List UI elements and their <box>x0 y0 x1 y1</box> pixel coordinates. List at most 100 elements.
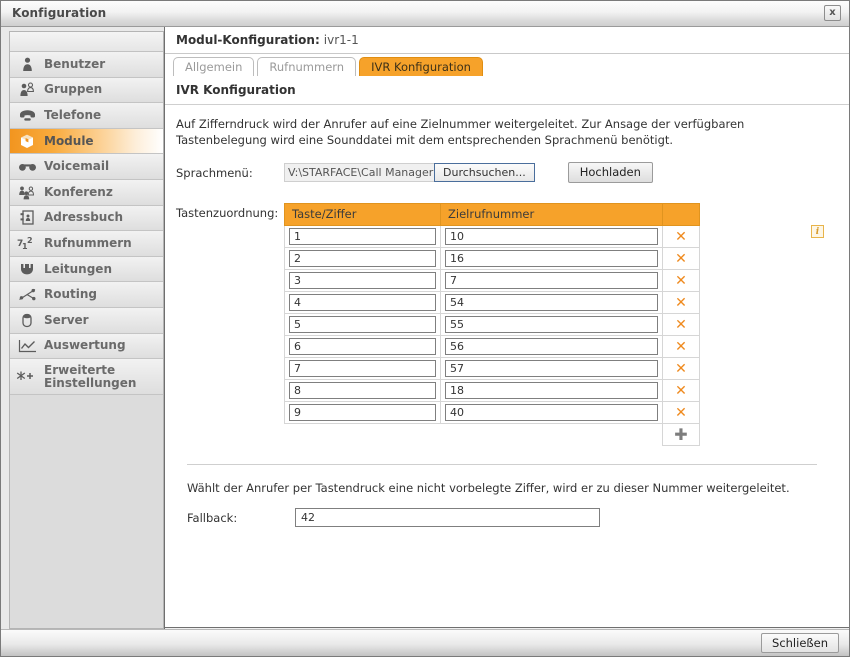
sidebar-item-label: Server <box>44 312 89 327</box>
page-title: IVR Konfiguration <box>165 76 849 105</box>
cell-zielrufnummer <box>440 269 663 292</box>
window-title: Konfiguration <box>12 6 107 20</box>
close-icon[interactable]: x <box>824 5 841 21</box>
taste-input[interactable] <box>289 360 436 377</box>
sidebar-item-routing[interactable]: Routing <box>10 282 163 308</box>
cell-actions: ✕ <box>662 379 700 402</box>
cell-taste <box>284 291 441 314</box>
sidebar-item-erweiterte-einstellungen[interactable]: Erweiterte Einstellungen <box>10 359 163 396</box>
sidebar-item-rufnummern[interactable]: 712 Rufnummern <box>10 231 163 257</box>
zielrufnummer-input[interactable] <box>445 338 658 355</box>
delete-row-icon[interactable]: ✕ <box>663 382 699 400</box>
taste-input[interactable] <box>289 294 436 311</box>
sprachmenu-row: Sprachmenü: V:\STARFACE\Call Manager Dur… <box>176 162 835 183</box>
delete-row-icon[interactable]: ✕ <box>663 250 699 268</box>
tab-ivr-konfiguration[interactable]: IVR Konfiguration <box>359 57 483 76</box>
browse-button[interactable]: Durchsuchen... <box>434 163 535 182</box>
cell-actions: ✕ <box>662 269 700 292</box>
taste-input[interactable] <box>289 382 436 399</box>
zielrufnummer-input[interactable] <box>445 316 658 333</box>
sidebar-item-server[interactable]: Server <box>10 307 163 334</box>
delete-row-icon[interactable]: ✕ <box>663 228 699 246</box>
table-row: ✕ <box>284 269 700 292</box>
sidebar-item-label: Erweiterte Einstellungen <box>44 362 137 390</box>
cell-actions: ✕ <box>662 291 700 314</box>
cell-actions: ✕ <box>662 225 700 248</box>
sidebar-header-spacer <box>10 32 163 52</box>
info-icon[interactable]: i <box>811 225 824 238</box>
sidebar-item-benutzer[interactable]: Benutzer <box>10 52 163 78</box>
cell-taste <box>284 401 441 424</box>
zielrufnummer-input[interactable] <box>445 382 658 399</box>
add-row-icon[interactable]: ✚ <box>663 425 699 445</box>
sidebar-item-label: Routing <box>44 287 98 302</box>
upload-button[interactable]: Hochladen <box>567 162 653 183</box>
sidebar-item-module[interactable]: Module <box>10 128 163 155</box>
sidebar-item-label: Voicemail <box>44 159 110 174</box>
sidebar-item-adressbuch[interactable]: Adressbuch <box>10 205 163 232</box>
table-header-row: Taste/Ziffer Zielrufnummer <box>284 203 700 226</box>
zielrufnummer-input[interactable] <box>445 360 658 377</box>
cell-empty <box>285 424 441 446</box>
zielrufnummer-input[interactable] <box>445 294 658 311</box>
tab-rufnummern[interactable]: Rufnummern <box>257 57 357 76</box>
zielrufnummer-input[interactable] <box>445 272 658 289</box>
zielrufnummer-input[interactable] <box>445 404 658 421</box>
fallback-input[interactable] <box>295 508 600 527</box>
tastenzuordnung-label: Tastenzuordnung: <box>176 206 279 220</box>
sidebar-item-label: Auswertung <box>44 338 126 353</box>
sidebar-item-telefone[interactable]: Telefone <box>10 103 163 129</box>
cell-taste <box>284 269 441 292</box>
delete-row-icon[interactable]: ✕ <box>663 404 699 422</box>
zielrufnummer-input[interactable] <box>445 250 658 267</box>
sidebar-item-label: Gruppen <box>44 82 103 97</box>
cell-zielrufnummer <box>440 335 663 358</box>
tab-bar: Allgemein Rufnummern IVR Konfiguration <box>165 54 849 76</box>
cell-zielrufnummer <box>440 247 663 270</box>
cell-zielrufnummer <box>440 291 663 314</box>
cell-taste <box>284 225 441 248</box>
sidebar-item-auswertung[interactable]: Auswertung <box>10 333 163 360</box>
window-titlebar: Konfiguration x <box>1 1 849 27</box>
tab-allgemein[interactable]: Allgemein <box>173 57 255 76</box>
main-panel: Modul-Konfiguration: ivr1-1 Allgemein Ru… <box>164 27 849 628</box>
fallback-description: Wählt der Anrufer per Tastendruck eine n… <box>187 481 790 495</box>
sidebar-item-voicemail[interactable]: Voicemail <box>10 154 163 180</box>
delete-row-icon[interactable]: ✕ <box>663 316 699 334</box>
conference-icon <box>10 185 44 200</box>
window-footer: Schließen <box>1 629 849 656</box>
taste-input[interactable] <box>289 272 436 289</box>
delete-row-icon[interactable]: ✕ <box>663 294 699 312</box>
sidebar-item-label: Module <box>44 133 94 148</box>
sidebar-item-label: Konferenz <box>44 184 113 199</box>
module-config-label: Modul-Konfiguration: <box>176 33 320 47</box>
divider <box>187 464 817 465</box>
cell-taste <box>284 313 441 336</box>
server-icon <box>10 313 44 328</box>
module-config-value: ivr1-1 <box>323 33 359 47</box>
taste-input[interactable] <box>289 316 436 333</box>
advanced-settings-icon <box>10 370 44 384</box>
cell-taste <box>284 335 441 358</box>
taste-input[interactable] <box>289 338 436 355</box>
sidebar-item-gruppen[interactable]: Gruppen <box>10 77 163 104</box>
taste-input[interactable] <box>289 404 436 421</box>
keymap-table-body: ✕ ✕ ✕ ✕ ✕ ✕ ✕ ✕ ✕ ✚ <box>284 225 700 446</box>
close-button[interactable]: Schließen <box>761 633 839 653</box>
configuration-window: Konfiguration x Benutzer Gruppen Telefon… <box>0 0 850 657</box>
taste-input[interactable] <box>289 228 436 245</box>
zielrufnummer-input[interactable] <box>445 228 658 245</box>
delete-row-icon[interactable]: ✕ <box>663 272 699 290</box>
cell-actions: ✕ <box>662 401 700 424</box>
sidebar-item-leitungen[interactable]: Leitungen <box>10 256 163 283</box>
fallback-label: Fallback: <box>187 510 238 525</box>
table-row: ✕ <box>284 247 700 270</box>
taste-input[interactable] <box>289 250 436 267</box>
table-row: ✕ <box>284 401 700 424</box>
sidebar-empty-area <box>10 395 163 556</box>
delete-row-icon[interactable]: ✕ <box>663 360 699 378</box>
sidebar-item-label: Adressbuch <box>44 210 124 225</box>
sidebar-item-konferenz[interactable]: Konferenz <box>10 179 163 206</box>
delete-row-icon[interactable]: ✕ <box>663 338 699 356</box>
add-row: ✚ <box>285 423 700 446</box>
